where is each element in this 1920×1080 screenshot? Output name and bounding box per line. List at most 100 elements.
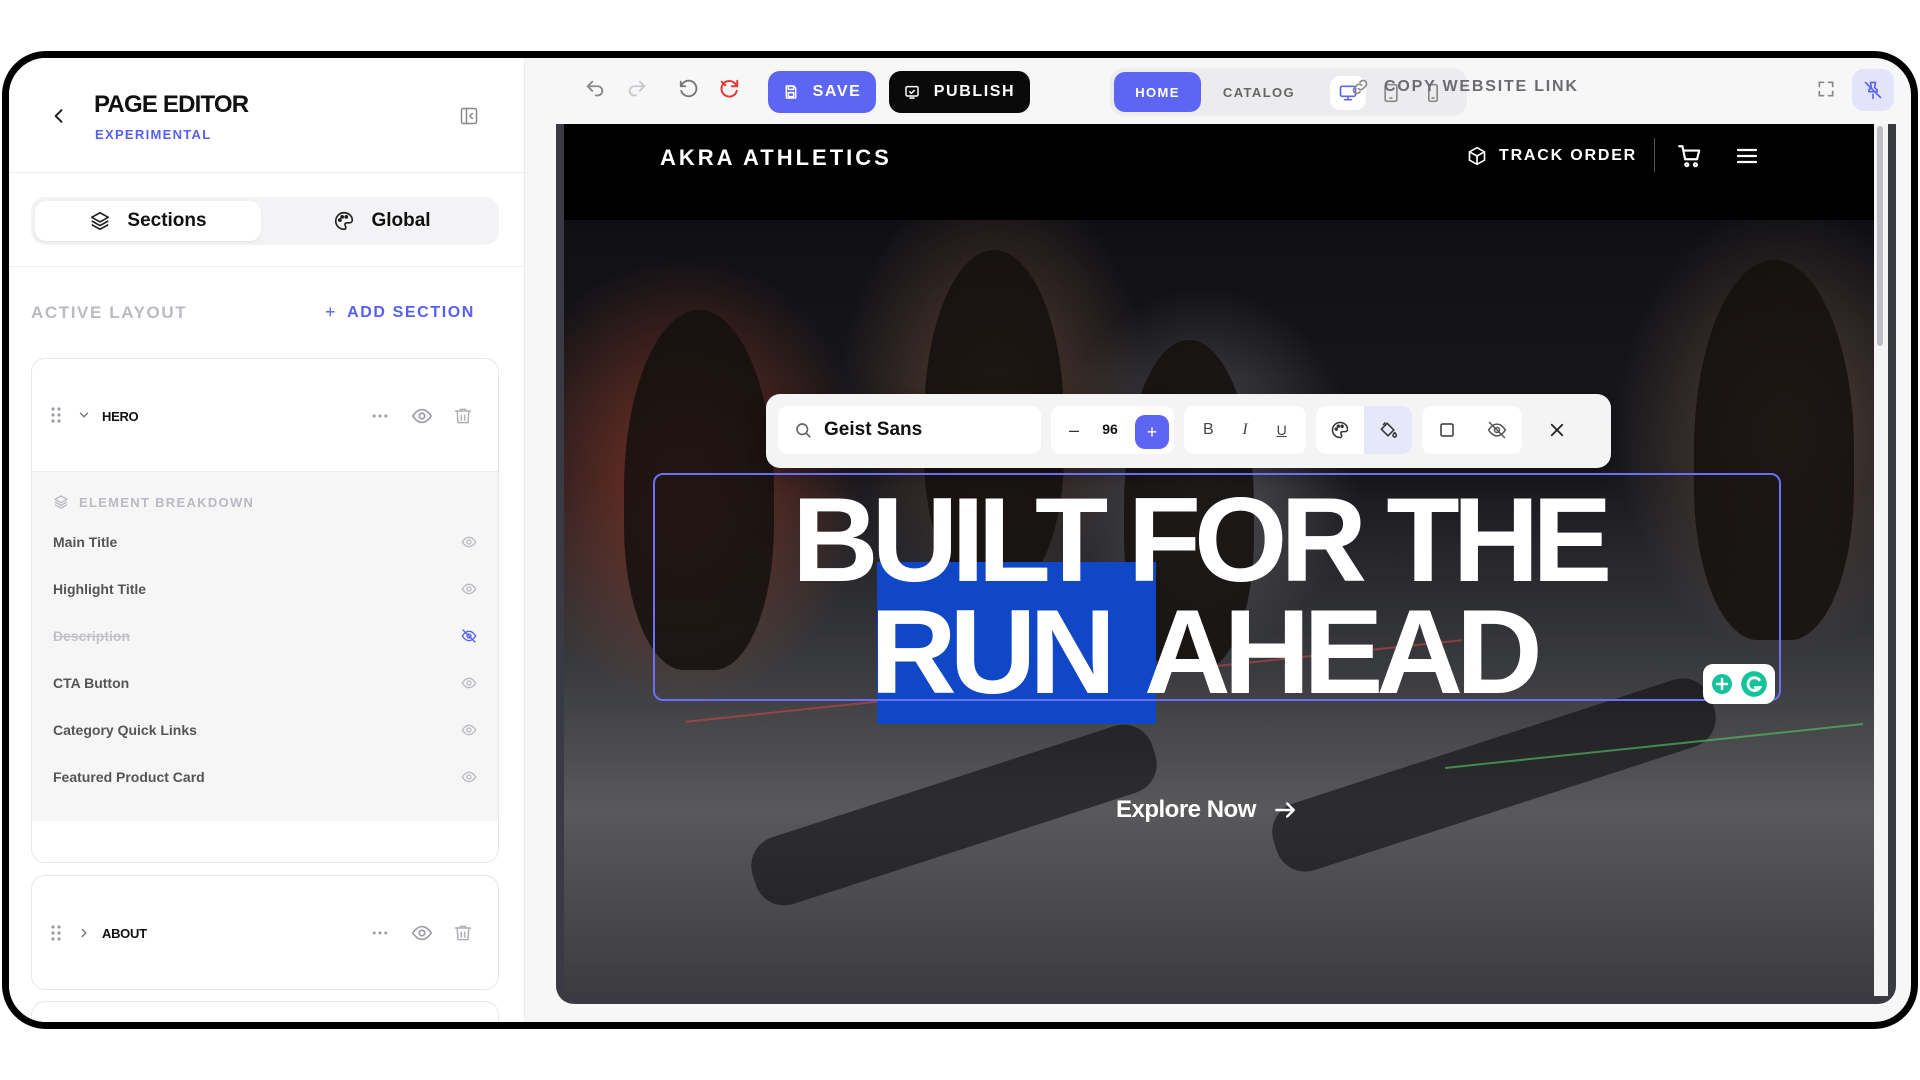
font-family-select[interactable]: Geist Sans (778, 406, 1041, 454)
site-navbar: AKRA ATHLETICS TRACK ORDER (564, 124, 1874, 220)
border-button[interactable] (1422, 406, 1472, 454)
eye-icon[interactable] (460, 580, 478, 598)
save-icon (785, 85, 796, 99)
drag-handle-icon[interactable] (50, 406, 62, 424)
divider (1654, 138, 1655, 172)
element-item-description[interactable]: Description (53, 621, 477, 651)
italic-button[interactable]: I (1230, 415, 1260, 445)
highlight-fill-button[interactable] (1364, 406, 1412, 454)
publish-icon (905, 85, 919, 99)
eye-icon[interactable] (460, 674, 478, 692)
chevron-down-icon[interactable] (77, 408, 91, 422)
element-item-main-title[interactable]: Main Title (53, 527, 477, 557)
element-label: Main Title (53, 534, 118, 550)
package-icon (1468, 146, 1486, 166)
add-section-button[interactable]: + ADD SECTION (325, 302, 475, 323)
section-delete-button[interactable] (450, 403, 476, 429)
website-canvas: AKRA ATHLETICS TRACK ORDER Geist Sans – … (564, 124, 1874, 996)
save-button[interactable]: SAVE (768, 71, 876, 113)
editor-sidebar: PAGE EDITOR EXPERIMENTAL Sections Global… (9, 58, 525, 1022)
chevron-right-icon[interactable] (77, 926, 91, 940)
save-label: SAVE (812, 83, 862, 100)
paint-bucket-icon (1380, 421, 1398, 438)
element-item-cta-button[interactable]: CTA Button (53, 668, 477, 698)
shopping-cart-icon (1678, 145, 1701, 168)
tab-catalog[interactable]: CATALOG (1210, 72, 1308, 112)
editor-toolbar: SAVE PUBLISH HOME CATALOG COPY WEBSITE L… (525, 58, 1911, 124)
unpin-button[interactable] (1852, 69, 1894, 111)
cta-button[interactable]: Explore Now (1116, 796, 1298, 824)
publish-button[interactable]: PUBLISH (889, 71, 1030, 113)
pin-off-icon (1864, 81, 1882, 100)
tab-home[interactable]: HOME (1114, 72, 1201, 112)
font-size-stepper: – 96 + (1051, 406, 1174, 454)
menu-button[interactable] (1731, 140, 1763, 172)
section-name: ABOUT (102, 926, 147, 941)
cart-button[interactable] (1674, 140, 1706, 172)
eye-icon[interactable] (460, 721, 478, 739)
eye-off-icon[interactable] (460, 627, 478, 645)
eye-icon (411, 925, 433, 941)
fullscreen-button[interactable] (1812, 75, 1840, 103)
element-label: Highlight Title (53, 581, 147, 597)
section-visibility-button[interactable] (409, 920, 435, 946)
text-color-button[interactable] (1316, 406, 1364, 454)
hide-element-button[interactable] (1472, 406, 1522, 454)
hamburger-menu-icon (1736, 148, 1758, 164)
active-layout-heading: ACTIVE LAYOUT (31, 303, 188, 322)
section-card-about: ABOUT (31, 875, 499, 990)
collapse-sidebar-button[interactable] (457, 104, 481, 128)
section-more-button[interactable] (367, 920, 393, 946)
tab-global-label: Global (371, 210, 431, 231)
tab-global[interactable]: Global (269, 201, 495, 241)
drag-handle-icon[interactable] (50, 924, 62, 942)
link-icon (1352, 79, 1368, 95)
eye-icon[interactable] (460, 768, 478, 786)
underline-button[interactable]: U (1267, 415, 1297, 445)
eye-icon[interactable] (460, 533, 478, 551)
element-breakdown-label: ELEMENT BREAKDOWN (79, 494, 255, 510)
section-header[interactable]: HERO (32, 359, 498, 471)
site-logo[interactable]: AKRA ATHLETICS (660, 145, 892, 171)
element-item-category-quick-links[interactable]: Category Quick Links (53, 715, 477, 745)
divider (9, 266, 525, 267)
maximize-icon (1818, 81, 1834, 97)
text-style-group: B I U (1184, 406, 1306, 454)
copy-website-link-button[interactable]: COPY WEBSITE LINK (1350, 77, 1579, 97)
close-toolbar-button[interactable] (1539, 412, 1575, 448)
add-section-label: ADD SECTION (347, 303, 475, 321)
section-more-button[interactable] (367, 403, 393, 429)
page-subtitle: EXPERIMENTAL (95, 127, 212, 142)
font-size-increase-button[interactable]: + (1135, 415, 1169, 449)
element-label: CTA Button (53, 675, 130, 691)
bold-button[interactable]: B (1193, 415, 1223, 445)
undo-button[interactable] (581, 75, 609, 103)
element-breakdown: ELEMENT BREAKDOWN Main Title Highlight T… (32, 471, 498, 821)
scrollbar-thumb[interactable] (1877, 126, 1883, 346)
element-label: Description (53, 628, 131, 644)
redo-button[interactable] (623, 75, 651, 103)
layers-icon (54, 495, 68, 509)
element-breakdown-heading: ELEMENT BREAKDOWN (53, 494, 254, 510)
section-header[interactable]: ABOUT (32, 876, 498, 988)
section-visibility-button[interactable] (409, 403, 435, 429)
tab-sections[interactable]: Sections (35, 201, 261, 241)
section-delete-button[interactable] (450, 920, 476, 946)
element-item-highlight-title[interactable]: Highlight Title (53, 574, 477, 604)
cta-label: Explore Now (1116, 796, 1256, 823)
scrollbar[interactable] (1874, 124, 1888, 996)
font-size-decrease-button[interactable]: – (1059, 415, 1089, 445)
refresh-icon (720, 79, 739, 98)
reset-button[interactable] (675, 75, 703, 103)
sync-button[interactable] (715, 75, 743, 103)
section-card-partial[interactable] (31, 1001, 499, 1022)
grammarly-widget[interactable] (1703, 664, 1775, 704)
element-item-featured-product-card[interactable]: Featured Product Card (53, 762, 477, 792)
app-window: PAGE EDITOR EXPERIMENTAL Sections Global… (2, 51, 1918, 1029)
font-size-value[interactable]: 96 (1095, 421, 1125, 437)
trash-icon (454, 408, 472, 424)
selection-outline (653, 473, 1781, 701)
track-order-link[interactable]: TRACK ORDER (1467, 146, 1637, 166)
back-button[interactable] (43, 100, 75, 132)
more-horizontal-icon (372, 414, 388, 418)
